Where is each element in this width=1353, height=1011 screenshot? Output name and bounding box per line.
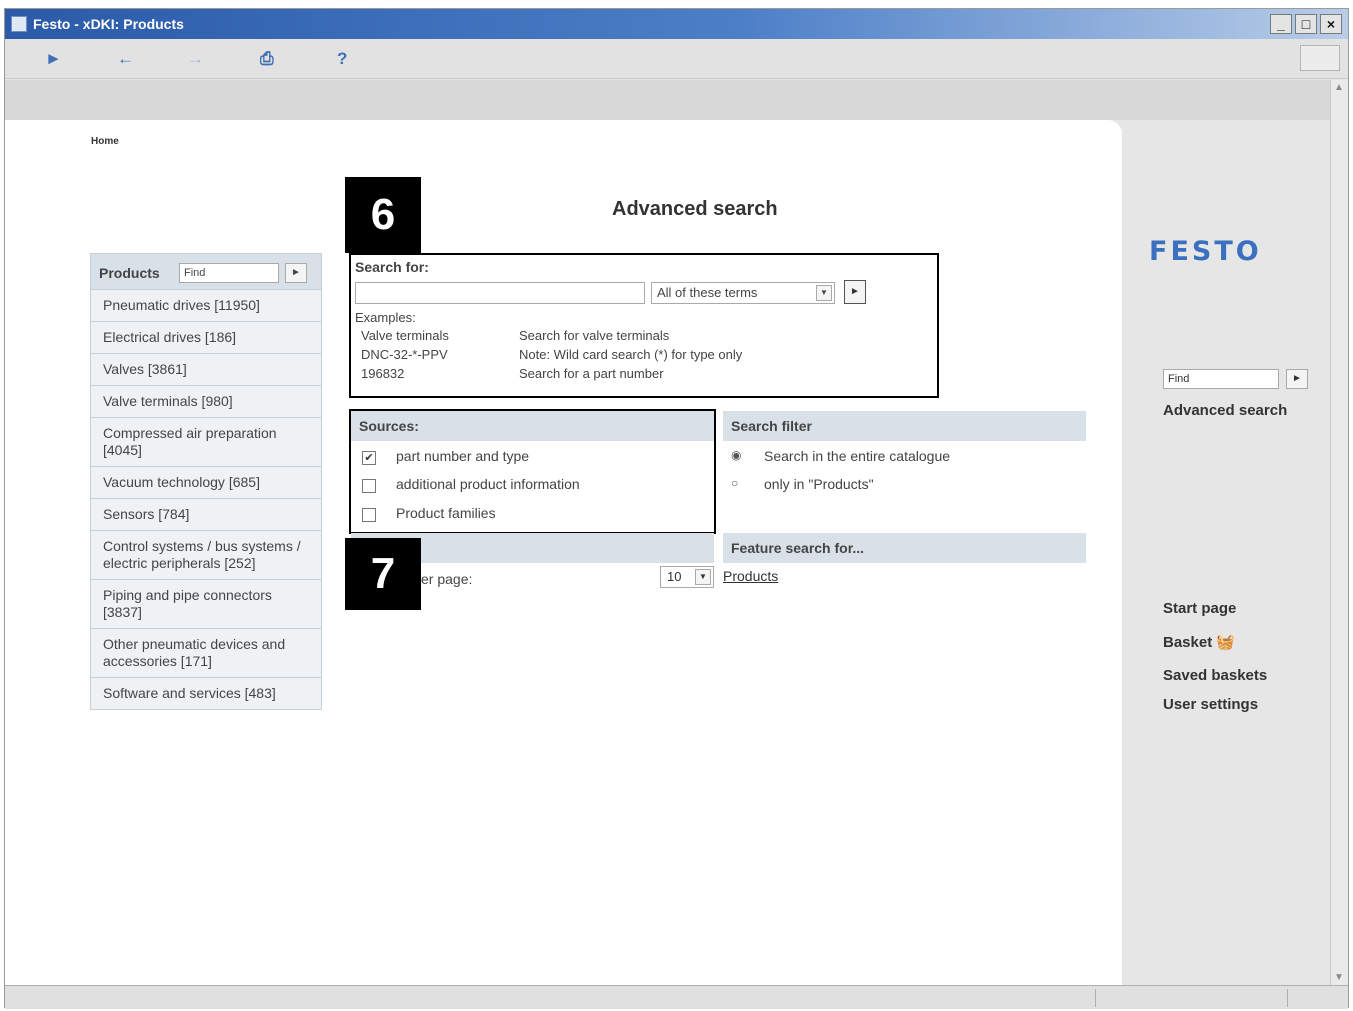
products-find-input[interactable]: Find xyxy=(179,263,279,283)
status-divider xyxy=(1095,989,1096,1007)
scroll-up-icon[interactable]: ▲ xyxy=(1334,82,1344,93)
title-bar[interactable]: Festo - xDKI: Products _ □ × xyxy=(5,9,1348,39)
results-per-page-label: er page: xyxy=(421,571,473,587)
print-icon[interactable]: ⎙ xyxy=(260,49,274,69)
nav-item-vacuum[interactable]: Vacuum technology [685] xyxy=(91,467,321,499)
sources-additional-info-checkbox[interactable] xyxy=(362,479,376,493)
sources-part-number-label: part number and type xyxy=(396,448,530,464)
feature-search-products-link[interactable]: Products xyxy=(723,568,778,584)
nav-item-pneumatic-drives[interactable]: Pneumatic drives [11950] xyxy=(91,290,321,322)
minimize-button[interactable]: _ xyxy=(1270,14,1292,34)
products-nav-title: Products xyxy=(99,265,160,281)
toolbar-box xyxy=(1300,45,1340,71)
nav-item-software[interactable]: Software and services [483] xyxy=(91,678,321,709)
app-window: Festo - xDKI: Products _ □ × ► ← → ⎙ ? ▲… xyxy=(4,8,1349,1009)
sources-product-families-label: Product families xyxy=(396,505,496,521)
start-page-link[interactable]: Start page xyxy=(1163,600,1236,617)
search-go-button[interactable]: ► xyxy=(844,280,866,304)
breadcrumb-home[interactable]: Home xyxy=(91,136,119,147)
search-input[interactable] xyxy=(355,282,645,304)
search-entire-radio[interactable]: ◉ xyxy=(731,448,741,462)
examples-label: Examples: xyxy=(355,310,416,325)
basket-link-label: Basket xyxy=(1163,634,1213,651)
back-icon[interactable]: ← xyxy=(117,49,134,69)
quick-find-input[interactable]: Find xyxy=(1163,369,1279,389)
example-desc: Search for valve terminals xyxy=(519,328,670,343)
saved-baskets-link[interactable]: Saved baskets xyxy=(1163,667,1267,684)
festo-logo: FESTO xyxy=(1149,236,1262,267)
main-content: Home Products Find ► Pneumatic drives [1… xyxy=(5,120,1122,985)
products-find-go-button[interactable]: ► xyxy=(285,263,307,283)
match-mode-select[interactable]: All of these terms ▼ xyxy=(651,282,835,304)
example-desc: Search for a part number xyxy=(519,366,664,381)
nav-item-control-systems[interactable]: Control systems / bus systems / electric… xyxy=(91,531,321,580)
search-for-section: Search for: All of these terms ▼ ► Examp… xyxy=(349,253,939,398)
help-icon[interactable]: ? xyxy=(337,49,347,69)
user-settings-link[interactable]: User settings xyxy=(1163,696,1258,713)
example-desc: Note: Wild card search (*) for type only xyxy=(519,347,743,362)
page-title: Advanced search xyxy=(612,198,778,220)
sources-header: Sources: xyxy=(351,411,714,441)
nav-item-electrical-drives[interactable]: Electrical drives [186] xyxy=(91,322,321,354)
maximize-button[interactable]: □ xyxy=(1295,14,1317,34)
match-mode-value: All of these terms xyxy=(657,285,758,300)
window-title: Festo - xDKI: Products xyxy=(33,16,184,32)
app-icon xyxy=(11,16,27,32)
chevron-down-icon[interactable]: ▼ xyxy=(695,569,711,585)
forward-icon[interactable]: → xyxy=(187,49,204,69)
results-per-page-value: 10 xyxy=(667,569,682,584)
status-divider xyxy=(1287,989,1288,1007)
header-band xyxy=(5,80,1331,120)
example-term: DNC-32-*-PPV xyxy=(361,347,448,362)
scroll-down-icon[interactable]: ▼ xyxy=(1334,972,1344,983)
basket-link[interactable]: Basket 🧺 xyxy=(1163,633,1235,651)
nav-item-compressed-air[interactable]: Compressed air preparation [4045] xyxy=(91,418,321,467)
toolbar: ► ← → ⎙ ? xyxy=(5,39,1348,79)
products-nav-header: Products Find ► xyxy=(91,254,321,290)
callout-6: 6 xyxy=(345,177,421,253)
sources-product-families-checkbox[interactable] xyxy=(362,508,376,522)
search-entire-label: Search in the entire catalogue xyxy=(764,448,951,464)
callout-7: 7 xyxy=(345,538,421,610)
products-nav: Products Find ► Pneumatic drives [11950]… xyxy=(90,253,322,710)
sources-part-number-checkbox[interactable]: ✔ xyxy=(362,451,376,465)
nav-item-valves[interactable]: Valves [3861] xyxy=(91,354,321,386)
quick-find-go-button[interactable]: ► xyxy=(1286,369,1308,389)
search-filter-header: Search filter xyxy=(723,411,1086,441)
status-bar xyxy=(5,985,1348,1009)
close-button[interactable]: × xyxy=(1320,14,1342,34)
basket-icon: 🧺 xyxy=(1216,634,1236,651)
nav-item-valve-terminals[interactable]: Valve terminals [980] xyxy=(91,386,321,418)
chevron-down-icon[interactable]: ▼ xyxy=(816,285,832,301)
search-products-radio[interactable]: ○ xyxy=(731,476,738,490)
advanced-search-link[interactable]: Advanced search xyxy=(1163,402,1287,419)
example-term: 196832 xyxy=(361,366,405,381)
example-term: Valve terminals xyxy=(361,328,449,343)
vertical-scrollbar[interactable]: ▲ ▼ xyxy=(1330,80,1348,985)
nav-item-piping[interactable]: Piping and pipe connectors [3837] xyxy=(91,580,321,629)
search-for-label: Search for: xyxy=(355,259,429,275)
search-products-label: only in "Products" xyxy=(764,476,874,492)
results-per-page-select[interactable]: 10 ▼ xyxy=(660,566,714,588)
nav-item-other-pneumatic[interactable]: Other pneumatic devices and accessories … xyxy=(91,629,321,678)
home-icon[interactable]: ► xyxy=(45,49,62,69)
sources-additional-info-label: additional product information xyxy=(396,476,580,492)
feature-search-header: Feature search for... xyxy=(723,533,1086,563)
nav-item-sensors[interactable]: Sensors [784] xyxy=(91,499,321,531)
